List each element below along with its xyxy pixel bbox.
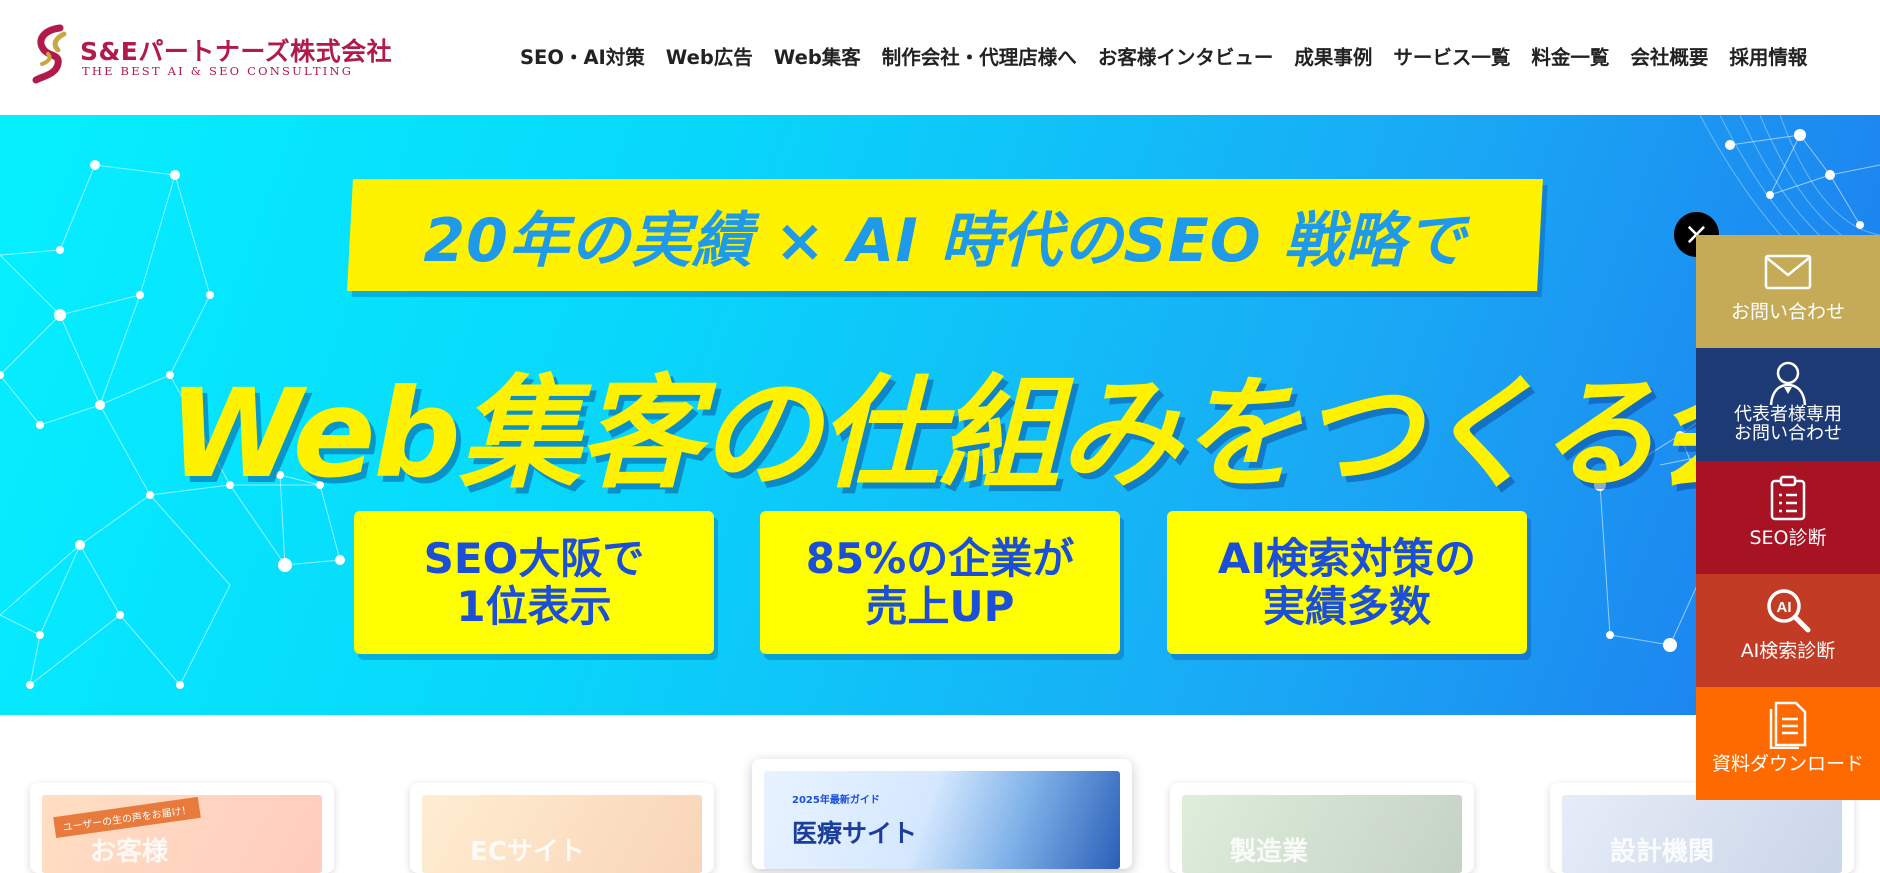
site-logo[interactable]: S&Eパートナーズ株式会社 THE BEST AI & SEO CONSULTI… — [30, 24, 392, 84]
guide-card-interview[interactable]: ユーザーの生の声をお届け！ お客様 — [30, 783, 334, 873]
side-ai-diagnosis[interactable]: AI AI検索診断 — [1696, 574, 1880, 687]
guide-carousel: ユーザーの生の声をお届け！ お客様 ECサイト 2025年最新ガイド 医療サイト… — [0, 715, 1880, 873]
clipboard-icon — [1770, 475, 1806, 521]
mail-icon — [1764, 254, 1812, 290]
feature-box-seo: SEO大阪で 1位表示 — [354, 511, 714, 654]
guide-card-medical[interactable]: 2025年最新ガイド 医療サイト — [752, 759, 1132, 869]
nav-services[interactable]: サービス一覧 — [1393, 41, 1510, 70]
person-icon — [1769, 361, 1807, 406]
nav-recruit[interactable]: 採用情報 — [1729, 41, 1807, 70]
nav-seo-ai[interactable]: SEO・AI対策 — [520, 41, 645, 70]
side-label: 代表者様専用 お問い合わせ — [1734, 404, 1842, 444]
guide-card-manufacturing[interactable]: 製造業 — [1170, 783, 1474, 873]
side-label: AI検索診断 — [1740, 640, 1836, 662]
feature-box-sales: 85%の企業が 売上UP — [760, 511, 1120, 654]
side-seo-diagnosis[interactable]: SEO診断 — [1696, 461, 1880, 574]
side-label: 資料ダウンロード — [1711, 753, 1864, 775]
nav-agencies[interactable]: 制作会社・代理店様へ — [882, 41, 1077, 70]
side-contact[interactable]: お問い合わせ — [1696, 235, 1880, 348]
nav-interviews[interactable]: お客様インタビュー — [1098, 41, 1274, 70]
nav-pricing[interactable]: 料金一覧 — [1531, 41, 1609, 70]
nav-company[interactable]: 会社概要 — [1630, 41, 1708, 70]
side-cta-menu: お問い合わせ 代表者様専用 お問い合わせ SEO診断 AI AI検索診断 資料ダ… — [1696, 235, 1880, 800]
logo-tagline: THE BEST AI & SEO CONSULTING — [82, 64, 354, 78]
feature-text: 85%の企業が 売上UP — [805, 534, 1075, 631]
main-nav: SEO・AI対策 Web広告 Web集客 制作会社・代理店様へ お客様インタビュ… — [520, 0, 1807, 110]
guide-card-ec[interactable]: ECサイト — [410, 783, 714, 873]
svg-text:AI: AI — [1777, 599, 1792, 616]
banner-text: 20年の実績 × AI 時代のSEO 戦略で — [423, 205, 1467, 276]
feature-text: SEO大阪で 1位表示 — [423, 534, 645, 631]
feature-box-ai: AI検索対策の 実績多数 — [1167, 511, 1527, 654]
logo-name: S&Eパートナーズ株式会社 — [80, 37, 393, 66]
site-header: S&Eパートナーズ株式会社 THE BEST AI & SEO CONSULTI… — [0, 0, 1880, 115]
hero-banner: 20年の実績 × AI 時代のSEO 戦略で Web集客の仕組みをつくる会社 S… — [0, 115, 1880, 715]
side-label: お問い合わせ — [1730, 301, 1845, 323]
side-download[interactable]: 資料ダウンロード — [1696, 687, 1880, 800]
nav-web-ads[interactable]: Web広告 — [666, 41, 753, 70]
card-title: 医療サイト — [792, 819, 918, 848]
document-icon — [1769, 701, 1807, 749]
nav-web-marketing[interactable]: Web集客 — [774, 41, 861, 70]
logo-mark-icon — [32, 24, 67, 84]
side-executive-contact[interactable]: 代表者様専用 お問い合わせ — [1696, 348, 1880, 461]
card-kicker: 2025年最新ガイド — [792, 795, 880, 806]
feature-text: AI検索対策の 実績多数 — [1217, 534, 1477, 631]
nav-case-studies[interactable]: 成果事例 — [1294, 41, 1372, 70]
hero-headline: Web集客の仕組みをつくる会社 — [168, 363, 1880, 505]
side-label: SEO診断 — [1749, 527, 1827, 549]
ai-search-icon: AI — [1767, 589, 1811, 633]
card-image — [1182, 795, 1462, 873]
